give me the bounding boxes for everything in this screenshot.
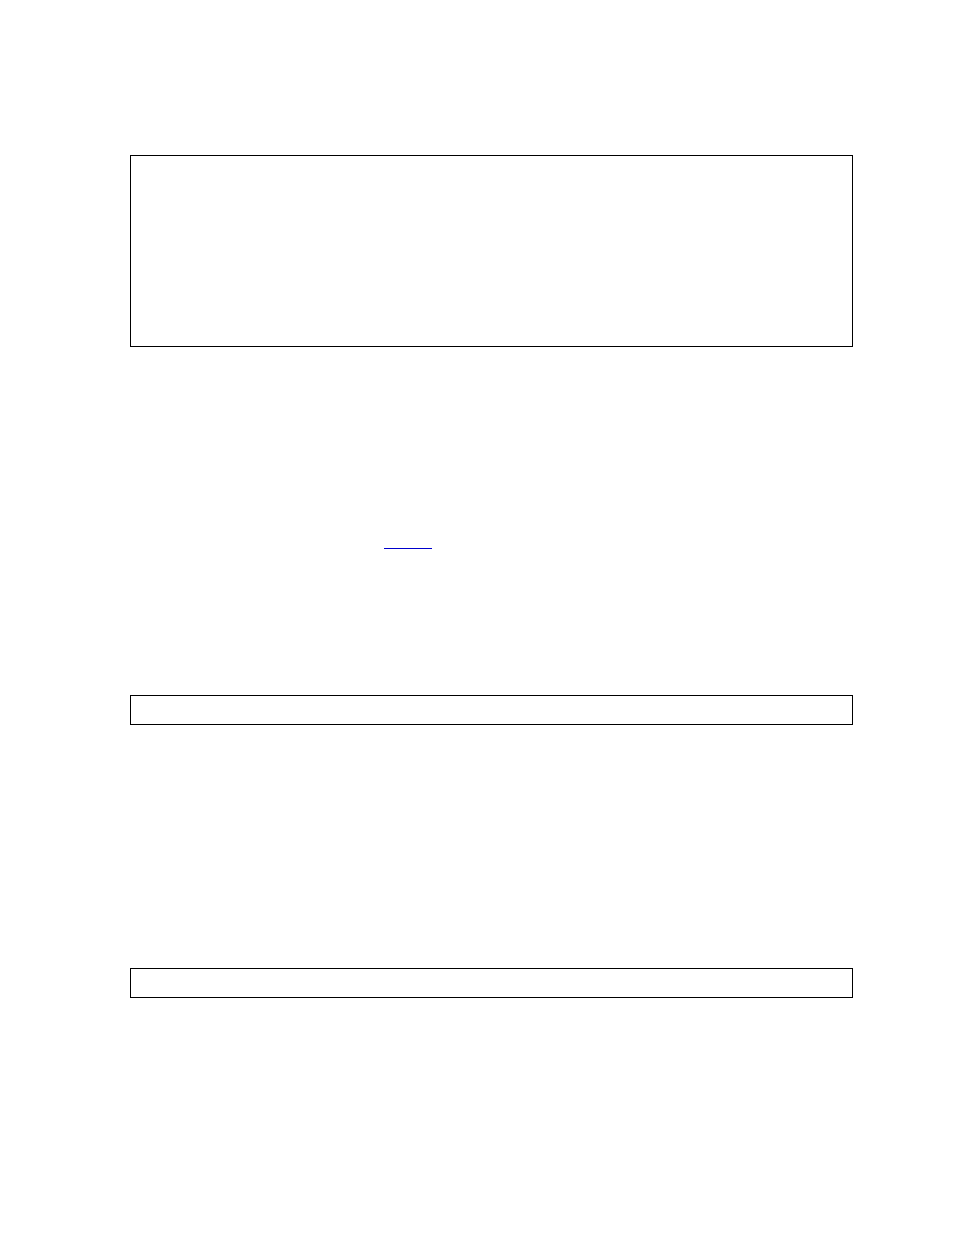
- content-frame: [130, 695, 853, 725]
- content-frame: [130, 968, 853, 998]
- hyperlink-underline[interactable]: [384, 548, 432, 549]
- content-frame: [130, 155, 853, 347]
- document-page: [0, 0, 954, 1235]
